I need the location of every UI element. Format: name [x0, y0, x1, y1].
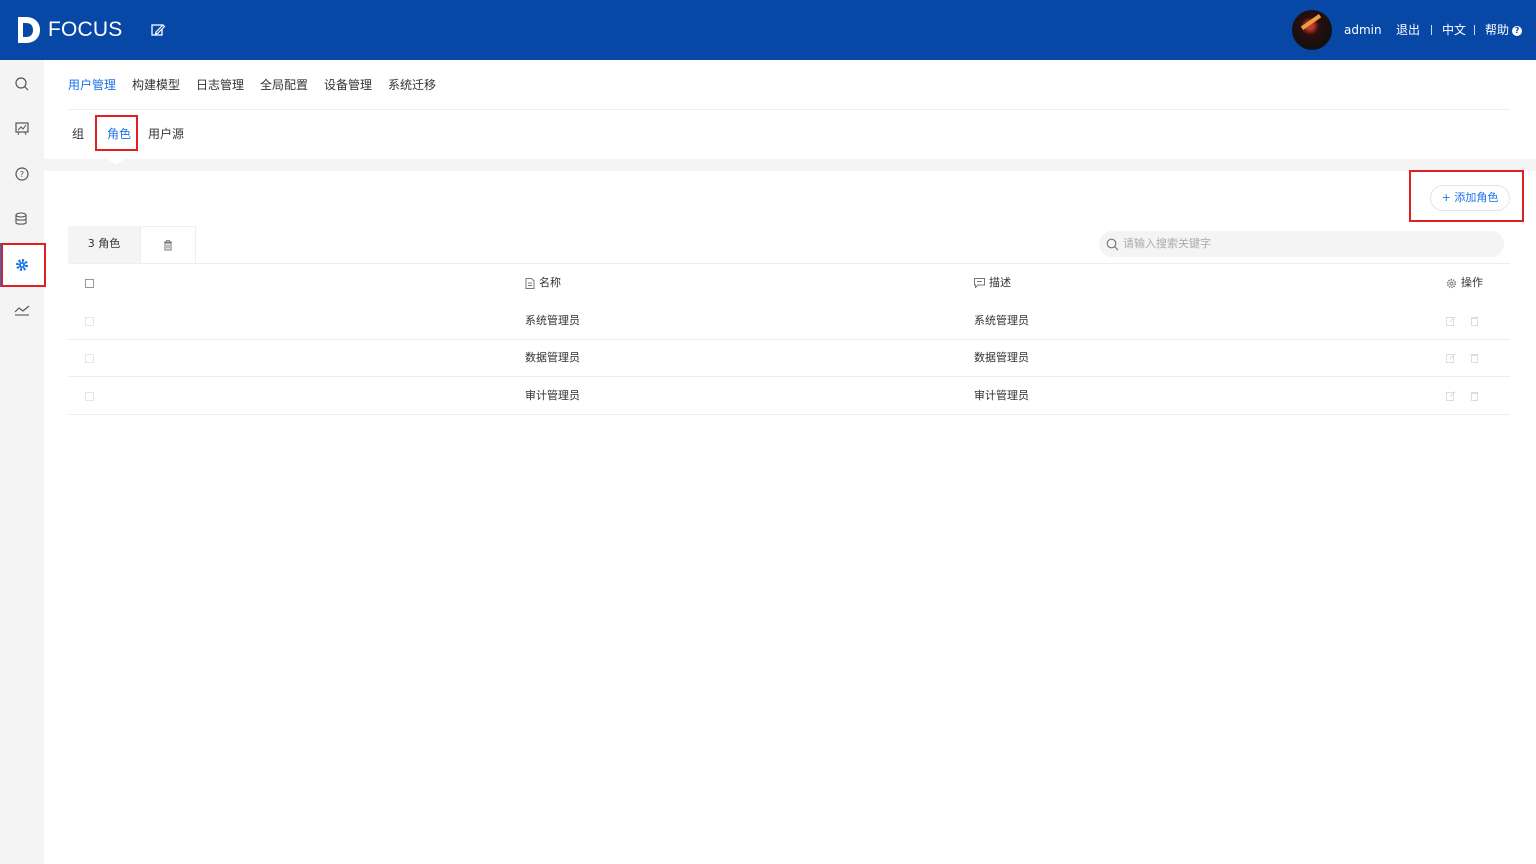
row-checkbox[interactable] — [85, 317, 94, 326]
help-label: 帮助 — [1485, 23, 1510, 37]
tab-user-source[interactable]: 用户源 — [148, 111, 184, 157]
table-row[interactable]: 数据管理员 数据管理员 — [68, 339, 1510, 377]
logout-link[interactable]: 退出 — [1396, 0, 1420, 60]
trash-icon[interactable] — [1470, 353, 1479, 363]
column-header-actions-label: 操作 — [1461, 276, 1483, 289]
help-link[interactable]: 帮助? — [1485, 0, 1523, 60]
tab-device-management[interactable]: 设备管理 — [324, 60, 372, 110]
presentation-icon — [15, 122, 29, 136]
tab-group[interactable]: 组 — [72, 111, 84, 157]
divider — [1431, 25, 1432, 35]
section-divider — [44, 159, 1536, 171]
comment-icon — [974, 278, 985, 288]
table-row[interactable]: 审计管理员 审计管理员 — [68, 377, 1510, 415]
role-name: 审计管理员 — [525, 389, 580, 402]
role-count-tab[interactable]: 3 角色 — [68, 226, 140, 264]
trash-icon[interactable] — [1470, 391, 1479, 401]
highlight-box — [1409, 170, 1524, 222]
document-icon — [525, 277, 535, 289]
sidebar-item-search[interactable] — [0, 62, 44, 106]
divider — [68, 263, 1510, 264]
role-description: 数据管理员 — [974, 351, 1029, 364]
trash-icon — [164, 240, 172, 251]
recycle-bin-tab[interactable] — [140, 226, 196, 264]
highlight-box — [1, 243, 46, 287]
edit-icon[interactable] — [1446, 316, 1456, 326]
column-header-actions: 操作 — [1446, 264, 1483, 302]
role-name: 数据管理员 — [525, 351, 580, 364]
question-icon: ? — [1512, 25, 1523, 36]
search-input[interactable]: 请输入搜索关键字 — [1099, 231, 1504, 257]
svg-text:?: ? — [20, 170, 24, 179]
role-name: 系统管理员 — [525, 314, 580, 327]
edit-icon[interactable] — [1446, 353, 1456, 363]
username-link[interactable]: admin — [1344, 0, 1382, 60]
sidebar-item-data[interactable] — [0, 197, 44, 241]
highlight-box — [95, 115, 138, 151]
trend-icon — [14, 305, 30, 316]
avatar[interactable] — [1292, 10, 1332, 50]
column-header-name-label: 名称 — [539, 276, 561, 289]
search-icon — [1106, 238, 1119, 251]
tab-global-config[interactable]: 全局配置 — [260, 60, 308, 110]
tab-system-migration[interactable]: 系统迁移 — [388, 60, 436, 110]
database-icon — [15, 212, 27, 225]
search-placeholder: 请输入搜索关键字 — [1123, 237, 1211, 250]
top-bar: FOCUS admin 退出 中文 帮助? — [0, 0, 1536, 60]
search-icon — [15, 77, 29, 91]
role-description: 系统管理员 — [974, 314, 1029, 327]
edit-icon[interactable] — [1446, 391, 1456, 401]
role-description: 审计管理员 — [974, 389, 1029, 402]
column-header-name: 名称 — [525, 264, 561, 302]
tab-log-management[interactable]: 日志管理 — [196, 60, 244, 110]
edit-icon[interactable] — [150, 22, 166, 38]
divider — [68, 109, 1510, 110]
gear-icon — [1446, 278, 1457, 288]
question-icon: ? — [15, 167, 29, 181]
focus-logo-icon — [18, 17, 40, 43]
sidebar-item-monitor[interactable] — [0, 288, 44, 332]
active-tab-caret — [108, 159, 124, 165]
sidebar-item-help[interactable]: ? — [0, 152, 44, 196]
table-row[interactable]: 系统管理员 系统管理员 — [68, 302, 1510, 340]
trash-icon[interactable] — [1470, 316, 1479, 326]
sidebar-item-presentation[interactable] — [0, 107, 44, 151]
logo[interactable]: FOCUS — [16, 14, 123, 46]
tab-build-model[interactable]: 构建模型 — [132, 60, 180, 110]
column-header-description-label: 描述 — [989, 276, 1011, 289]
row-checkbox[interactable] — [85, 354, 94, 363]
language-switch[interactable]: 中文 — [1442, 0, 1466, 60]
brand-name: FOCUS — [48, 18, 123, 41]
tab-user-management[interactable]: 用户管理 — [68, 60, 116, 110]
select-all-checkbox[interactable] — [85, 279, 94, 288]
row-checkbox[interactable] — [85, 392, 94, 401]
sidebar: ? — [0, 60, 44, 864]
divider — [1474, 25, 1475, 35]
column-header-description: 描述 — [974, 264, 1011, 302]
